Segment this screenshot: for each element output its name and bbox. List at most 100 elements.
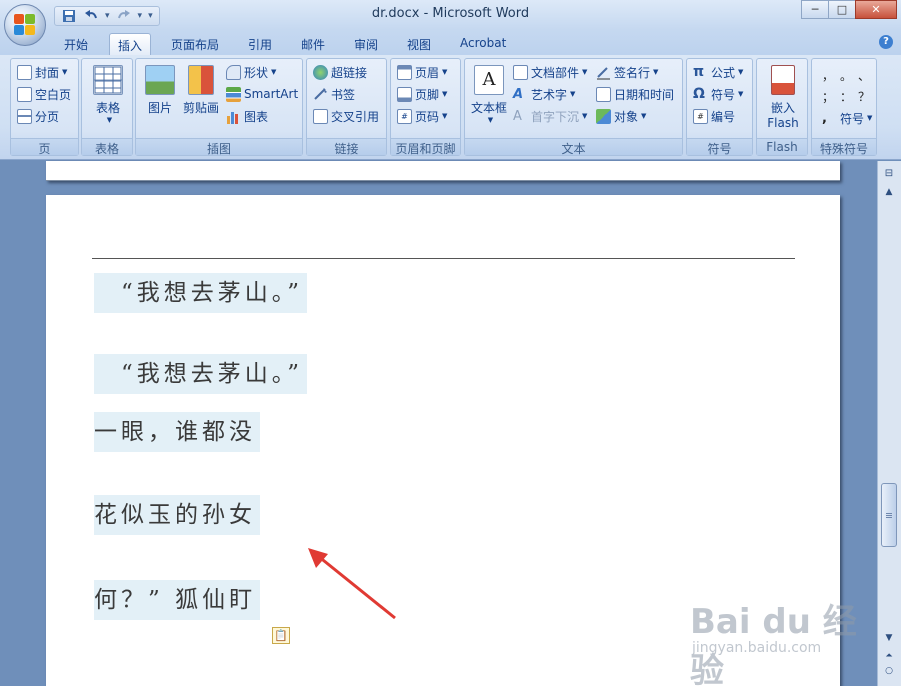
special-char-button[interactable]: ： <box>840 88 852 105</box>
office-logo-icon <box>14 14 36 36</box>
help-icon[interactable]: ? <box>879 35 893 49</box>
clipart-icon <box>188 65 214 95</box>
picture-icon <box>145 65 175 95</box>
object-button[interactable]: 对象 ▼ <box>596 106 646 126</box>
shapes-icon <box>226 64 241 80</box>
minimize-button[interactable]: ─ <box>801 0 829 19</box>
footer-label: 页脚 <box>415 87 440 102</box>
chevron-down-icon: ▼ <box>62 68 68 76</box>
group-text: A 文本框 ▼ 文档部件 ▼ A 艺术字 ▼ A 首字下沉 ▼ 签名行 ▼ 日期和时间 … <box>464 58 683 156</box>
group-illustrations: 图片 剪贴画 形状 ▼ SmartArt 图表 插图 <box>135 58 303 156</box>
special-char-button[interactable]: 、 <box>858 67 870 84</box>
close-button[interactable]: ✕ <box>855 0 897 19</box>
signature-line-button[interactable]: 签名行 ▼ <box>596 62 658 82</box>
paragraph[interactable]: 一眼，谁都没 <box>94 412 260 452</box>
special-symbol-label: 符号 <box>840 111 865 126</box>
paragraph[interactable]: “我想去茅山。” <box>94 273 308 313</box>
textbox-label: 文本框 <box>470 101 507 115</box>
special-char-button[interactable]: ， <box>822 67 834 84</box>
cross-reference-label: 交叉引用 <box>331 109 380 124</box>
scroll-thumb[interactable] <box>881 483 897 547</box>
tab-home[interactable]: 开始 <box>64 33 88 55</box>
group-tables: 表格 ▼ 表格 <box>81 58 133 156</box>
group-label-symbols: 符号 <box>687 138 752 156</box>
wordart-button[interactable]: A 艺术字 ▼ <box>513 84 575 104</box>
chevron-down-icon: ▼ <box>641 112 647 120</box>
drop-cap-label: 首字下沉 <box>531 109 580 124</box>
embed-flash-button[interactable]: 嵌入 Flash <box>761 65 805 130</box>
shapes-button[interactable]: 形状 ▼ <box>226 62 276 82</box>
quick-parts-button[interactable]: 文档部件 ▼ <box>513 62 587 82</box>
cross-reference-icon <box>313 108 328 124</box>
paragraph[interactable]: 何？” 狐仙盯 <box>94 580 261 620</box>
chevron-down-icon: ▼ <box>653 68 659 76</box>
grip-icon <box>886 513 892 519</box>
group-label-special-symbols: 特殊符号 <box>812 138 876 156</box>
maximize-button[interactable]: □ <box>828 0 856 19</box>
comma-icon: , <box>822 110 827 126</box>
group-special-symbols: ， 。 、 ； ： ？ , 符号 ▼ 特殊符号 <box>811 58 877 156</box>
shapes-label: 形状 <box>244 65 269 80</box>
embed-flash-label-1: 嵌入 <box>770 101 795 115</box>
drop-cap-button[interactable]: A 首字下沉 ▼ <box>513 106 587 126</box>
cross-reference-button[interactable]: 交叉引用 <box>313 106 379 126</box>
group-label-tables: 表格 <box>82 138 132 156</box>
group-header-footer: 页眉 ▼ 页脚 ▼ # 页码 ▼ 页眉和页脚 <box>390 58 461 156</box>
clipart-label: 剪贴画 <box>182 101 219 115</box>
equation-button[interactable]: π 公式 ▼ <box>693 62 743 82</box>
special-symbol-button[interactable]: , 符号 ▼ <box>822 108 872 128</box>
table-button[interactable]: 表格 ▼ <box>88 65 128 124</box>
date-time-button[interactable]: 日期和时间 <box>596 84 674 104</box>
tab-mailings[interactable]: 邮件 <box>301 33 325 55</box>
tab-acrobat[interactable]: Acrobat <box>460 33 506 55</box>
paste-options-icon[interactable]: 📋 <box>272 627 290 644</box>
globe-icon <box>313 64 328 80</box>
paragraph[interactable]: 花似玉的孙女 <box>94 495 260 535</box>
blank-page-label: 空白页 <box>35 87 72 102</box>
tab-view[interactable]: 视图 <box>407 33 431 55</box>
chevron-down-icon: ▼ <box>487 116 494 124</box>
clipart-button[interactable]: 剪贴画 <box>181 65 221 116</box>
tab-references[interactable]: 引用 <box>248 33 272 55</box>
group-label-header-footer: 页眉和页脚 <box>391 138 460 156</box>
tab-page-layout[interactable]: 页面布局 <box>171 33 219 55</box>
symbol-button[interactable]: Ω 符号 ▼ <box>693 84 743 104</box>
office-button[interactable] <box>4 4 46 46</box>
chevron-down-icon: ▼ <box>738 68 744 76</box>
drop-cap-icon: A <box>513 108 522 124</box>
smartart-label: SmartArt <box>244 87 299 101</box>
footer-button[interactable]: 页脚 ▼ <box>397 84 447 104</box>
hyperlink-button[interactable]: 超链接 <box>313 62 367 82</box>
special-char-button[interactable]: ； <box>822 88 834 105</box>
chevron-down-icon: ▼ <box>738 90 744 98</box>
title-bar: ▾ ▾ ▾ dr.docx - Microsoft Word ─ □ ✕ <box>0 0 901 46</box>
paragraph[interactable]: “我想去茅山。” <box>94 354 308 394</box>
chevron-down-icon: ▼ <box>106 116 113 124</box>
tab-review[interactable]: 审阅 <box>354 33 378 55</box>
special-row-2: ； ： ？ <box>822 86 870 106</box>
special-char-button[interactable]: 。 <box>840 67 852 84</box>
equation-label: 公式 <box>711 65 736 80</box>
bookmark-button[interactable]: 书签 <box>313 84 355 104</box>
textbox-button[interactable]: A 文本框 ▼ <box>468 65 510 124</box>
ruler-toggle-icon[interactable]: ⊟ <box>881 167 897 181</box>
page-number-button[interactable]: # 页码 ▼ <box>397 106 447 126</box>
group-symbols: π 公式 ▼ Ω 符号 ▼ # 编号 符号 <box>686 58 753 156</box>
blank-page-button[interactable]: 空白页 <box>17 84 71 104</box>
quick-parts-label: 文档部件 <box>531 65 580 80</box>
page-break-button[interactable]: 分页 <box>17 106 59 126</box>
cover-page-button[interactable]: 封面 ▼ <box>17 62 67 82</box>
blank-page-icon <box>17 86 32 102</box>
page-break-icon <box>17 108 32 124</box>
special-char-button[interactable]: ？ <box>858 88 870 105</box>
smartart-button[interactable]: SmartArt <box>226 84 298 104</box>
date-time-label: 日期和时间 <box>614 87 675 102</box>
scroll-up-icon[interactable]: ▲ <box>881 185 897 199</box>
special-row-1: ， 。 、 <box>822 65 870 85</box>
header-button[interactable]: 页眉 ▼ <box>397 62 447 82</box>
flash-icon <box>771 65 795 95</box>
chart-button[interactable]: 图表 <box>226 106 268 126</box>
numbering-button[interactable]: # 编号 <box>693 106 735 126</box>
tab-insert[interactable]: 插入 <box>109 33 152 55</box>
picture-button[interactable]: 图片 <box>142 65 178 116</box>
